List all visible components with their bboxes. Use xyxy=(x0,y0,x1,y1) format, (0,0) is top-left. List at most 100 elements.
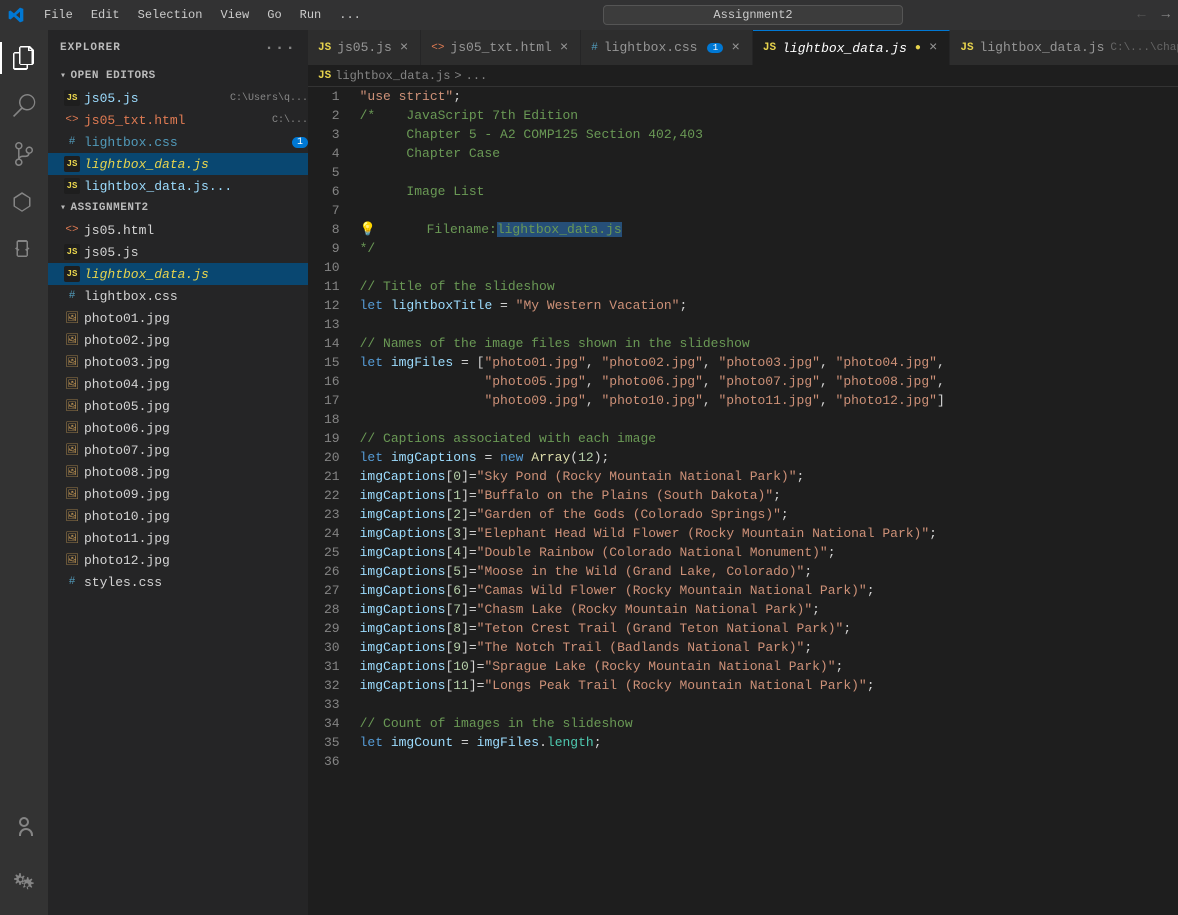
tab-lightbox-data-active[interactable]: JS lightbox_data.js ● × xyxy=(753,30,950,65)
tab-lightbox-data-close[interactable]: × xyxy=(927,40,939,56)
file-js05html-label: js05.html xyxy=(84,223,308,238)
menu-file[interactable]: File xyxy=(36,6,81,24)
menu-more[interactable]: ... xyxy=(331,6,369,24)
menu-run[interactable]: Run xyxy=(292,6,330,24)
activity-explorer[interactable] xyxy=(0,34,48,82)
code-line-29: imgCaptions[8]="Teton Crest Trail (Grand… xyxy=(360,619,1170,638)
file-js05html[interactable]: <> js05.html xyxy=(48,219,308,241)
file-photo03[interactable]: 🖼 photo03.jpg xyxy=(48,351,308,373)
open-editors-chevron-icon: ▾ xyxy=(60,70,67,82)
code-line-15: let imgFiles = ["photo01.jpg", "photo02.… xyxy=(360,353,1170,372)
tab-lightbox-css-close[interactable]: × xyxy=(729,40,741,56)
run-debug-icon xyxy=(12,190,36,214)
line-num-28: 28 xyxy=(324,600,340,619)
activity-source-control[interactable] xyxy=(0,130,48,178)
code-line-34: // Count of images in the slideshow xyxy=(360,714,1170,733)
file-photo01[interactable]: 🖼 photo01.jpg xyxy=(48,307,308,329)
file-photo04[interactable]: 🖼 photo04.jpg xyxy=(48,373,308,395)
img-icon: 🖼 xyxy=(64,486,80,502)
file-photo10-label: photo10.jpg xyxy=(84,509,308,524)
file-photo12[interactable]: 🖼 photo12.jpg xyxy=(48,549,308,571)
nav-back-button[interactable]: ← xyxy=(1137,7,1145,23)
open-editor-lightbox-data2[interactable]: JS lightbox_data.js... xyxy=(48,175,308,197)
code-line-32: imgCaptions[11]="Longs Peak Trail (Rocky… xyxy=(360,676,1170,695)
file-photo02[interactable]: 🖼 photo02.jpg xyxy=(48,329,308,351)
tab-lightbox-css-badge: 1 xyxy=(707,43,723,53)
code-line-11: // Title of the slideshow xyxy=(360,277,1170,296)
tab-lightbox-data-icon: JS xyxy=(763,42,776,54)
file-photo05[interactable]: 🖼 photo05.jpg xyxy=(48,395,308,417)
js-active-icon: JS xyxy=(64,266,80,282)
file-photo11[interactable]: 🖼 photo11.jpg xyxy=(48,527,308,549)
line-num-17: 17 xyxy=(324,391,340,410)
activity-extensions[interactable] xyxy=(0,226,48,274)
code-content[interactable]: "use strict"; /* JavaScript 7th Edition … xyxy=(352,87,1178,915)
assignment2-section[interactable]: ▾ ASSIGNMENT2 xyxy=(48,197,308,219)
open-editor-js05txt-label: js05_txt.html xyxy=(84,113,268,128)
global-search[interactable]: Assignment2 xyxy=(603,5,903,25)
tab-js05-close[interactable]: × xyxy=(398,40,410,56)
js-icon: JS xyxy=(64,244,80,260)
activity-settings[interactable] xyxy=(0,859,48,907)
file-styles-css[interactable]: # styles.css xyxy=(48,571,308,593)
code-line-33 xyxy=(360,695,1170,714)
tab-modified-dot: ● xyxy=(915,43,921,54)
line-num-26: 26 xyxy=(324,562,340,581)
code-line-22: imgCaptions[1]="Buffalo on the Plains (S… xyxy=(360,486,1170,505)
line-num-9: 9 xyxy=(324,239,340,258)
tab-lightbox-data2-path: C:\...\chapter xyxy=(1110,42,1178,54)
file-lightbox-data[interactable]: JS lightbox_data.js xyxy=(48,263,308,285)
file-js05js[interactable]: JS js05.js xyxy=(48,241,308,263)
tab-js05-icon: JS xyxy=(318,42,331,54)
line-num-21: 21 xyxy=(324,467,340,486)
code-line-23: imgCaptions[2]="Garden of the Gods (Colo… xyxy=(360,505,1170,524)
code-line-24: imgCaptions[3]="Elephant Head Wild Flowe… xyxy=(360,524,1170,543)
tab-js05txt[interactable]: <> js05_txt.html × xyxy=(421,30,581,65)
line-num-36: 36 xyxy=(324,752,340,771)
menu-view[interactable]: View xyxy=(212,6,257,24)
tab-lightbox-data2[interactable]: JS lightbox_data.js C:\...\chapter × xyxy=(950,30,1178,65)
sidebar: EXPLORER ··· ▾ OPEN EDITORS JS js05.js C… xyxy=(48,30,308,915)
open-editor-js05-path: C:\Users\q... xyxy=(230,93,308,104)
explorer-icon xyxy=(12,46,36,70)
menu-edit[interactable]: Edit xyxy=(83,6,128,24)
file-photo10[interactable]: 🖼 photo10.jpg xyxy=(48,505,308,527)
activity-run[interactable] xyxy=(0,178,48,226)
assignment2-label: ASSIGNMENT2 xyxy=(71,202,149,214)
code-line-7 xyxy=(360,201,1170,220)
img-icon: 🖼 xyxy=(64,552,80,568)
line-num-32: 32 xyxy=(324,676,340,695)
file-photo07[interactable]: 🖼 photo07.jpg xyxy=(48,439,308,461)
code-editor[interactable]: 1 2 3 4 5 6 7 8 9 10 11 12 13 14 15 16 1… xyxy=(308,87,1178,915)
line-num-6: 6 xyxy=(324,182,340,201)
breadcrumb-file-icon: JS xyxy=(318,70,331,82)
tab-js05[interactable]: JS js05.js × xyxy=(308,30,421,65)
open-editor-lightbox-css[interactable]: # lightbox.css 1 xyxy=(48,131,308,153)
file-lightbox-data-label: lightbox_data.js xyxy=(84,267,308,282)
file-photo08[interactable]: 🖼 photo08.jpg xyxy=(48,461,308,483)
file-photo09[interactable]: 🖼 photo09.jpg xyxy=(48,483,308,505)
activity-accounts[interactable] xyxy=(0,803,48,851)
img-icon: 🖼 xyxy=(64,398,80,414)
img-icon: 🖼 xyxy=(64,508,80,524)
open-editor-js05-label: js05.js xyxy=(84,91,226,106)
open-editor-js05[interactable]: JS js05.js C:\Users\q... xyxy=(48,87,308,109)
explorer-more-button[interactable]: ··· xyxy=(264,39,296,57)
title-bar-left: File Edit Selection View Go Run ... xyxy=(8,6,369,24)
file-lightbox-css[interactable]: # lightbox.css xyxy=(48,285,308,307)
open-editor-lightbox-data-active[interactable]: JS lightbox_data.js xyxy=(48,153,308,175)
menu-go[interactable]: Go xyxy=(259,6,289,24)
open-editors-section[interactable]: ▾ OPEN EDITORS xyxy=(48,65,308,87)
nav-forward-button[interactable]: → xyxy=(1162,7,1170,23)
activity-search[interactable] xyxy=(0,82,48,130)
tab-js05txt-close[interactable]: × xyxy=(558,40,570,56)
open-editor-js05txt[interactable]: <> js05_txt.html C:\... xyxy=(48,109,308,131)
code-line-14: // Names of the image files shown in the… xyxy=(360,334,1170,353)
js-file-icon: JS xyxy=(64,90,80,106)
file-photo06[interactable]: 🖼 photo06.jpg xyxy=(48,417,308,439)
editor-area: JS js05.js × <> js05_txt.html × # lightb… xyxy=(308,30,1178,915)
menu-selection[interactable]: Selection xyxy=(130,6,211,24)
img-icon: 🖼 xyxy=(64,376,80,392)
tab-lightbox-css[interactable]: # lightbox.css 1 × xyxy=(581,30,753,65)
line-num-15: 15 xyxy=(324,353,340,372)
